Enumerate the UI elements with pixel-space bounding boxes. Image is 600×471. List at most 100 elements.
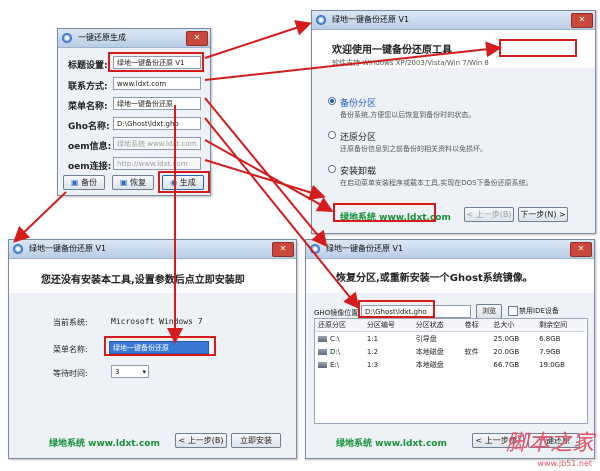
highlight-gho-path: [358, 300, 435, 318]
gho-name-field[interactable]: D:\Ghost\ldxt.gho: [113, 117, 201, 130]
backup-radio[interactable]: [328, 97, 336, 105]
cell-free: 6.8GB: [539, 334, 561, 343]
welcome-titlebar: 绿地一键备份还原 V1 ✕: [312, 11, 595, 30]
backup-option-desc: 备份系统,方便您以后恢复到备份时的状态。: [340, 111, 476, 119]
backup-button[interactable]: ▣ 备份: [63, 175, 105, 190]
cell-total: 66.7GB: [493, 360, 520, 369]
disk-icon: [318, 348, 327, 355]
close-button[interactable]: ✕: [571, 13, 593, 28]
system-label: 当前系统:: [53, 318, 88, 327]
table-header-row: 还原分区 分区编号 分区状态 卷标 总大小 剩余空间: [315, 319, 585, 332]
close-button[interactable]: ✕: [570, 242, 592, 257]
contact-field[interactable]: www.ldxt.com: [113, 77, 201, 90]
cell-number: 1:3: [366, 360, 379, 369]
cell-drive-text: D:\: [330, 347, 341, 356]
browse-button[interactable]: 浏览: [476, 304, 502, 319]
restore-brand: 绿地系统 www.ldxt.com: [336, 439, 447, 449]
install-menu-label: 菜单名称:: [53, 345, 88, 354]
generator-title: 一键还原生成: [78, 33, 126, 42]
system-value: Microsoft Windows 7: [111, 317, 203, 326]
col-free-space: 剩余空间: [536, 319, 585, 332]
ide-checkbox-label: 禁用IDE设备: [519, 307, 559, 315]
restore-icon: ▣: [119, 178, 128, 187]
cell-volume: [462, 358, 491, 371]
backup-label: 备份: [81, 178, 98, 187]
title-label: 标题设置:: [68, 61, 108, 71]
ide-checkbox[interactable]: [508, 306, 518, 316]
support-text: 软件支持 Windows XP/2003/Vista/Win 7/Win 8: [332, 59, 489, 67]
install-option-desc: 在启动菜单安装程序或载本工具,实现在DOS下备份还原系统。: [340, 179, 533, 187]
highlight-install-menu: [104, 336, 216, 356]
install-prev-button[interactable]: < 上一步(B): [175, 433, 227, 448]
cell-total: 20.0GB: [493, 347, 520, 356]
menu-name-field[interactable]: 绿地一键备份还原: [113, 97, 201, 110]
cell-total: 25.0GB: [493, 334, 520, 343]
highlight-welcome-contact: [499, 39, 577, 57]
restore-option-desc: 还原备份信息到之前备份的相关资料以免损坏。: [340, 145, 487, 153]
install-now-button[interactable]: 立即安装: [231, 433, 281, 448]
close-button[interactable]: ✕: [186, 31, 208, 46]
app-icon: [310, 244, 320, 254]
cell-volume: 软件: [464, 347, 479, 356]
contact-label: 联系方式:: [68, 82, 108, 92]
welcome-heading: 欢迎使用一键备份还原工具: [332, 45, 452, 56]
arrow-backup-to-install: [13, 191, 67, 243]
cell-drive-text: E:\: [330, 360, 340, 369]
highlight-welcome-brand: [333, 203, 436, 222]
install-title: 绿地一键备份还原 V1: [29, 244, 107, 253]
cell-free: 7.9GB: [539, 347, 561, 356]
cell-free: 19.0GB: [539, 360, 565, 369]
menu-name-label: 菜单名称:: [68, 102, 108, 112]
oem-link-field[interactable]: http://www.ldxt.com: [113, 157, 201, 170]
welcome-title: 绿地一键备份还原 V1: [332, 15, 410, 24]
col-volume-label: 卷标: [461, 319, 491, 332]
generator-titlebar: 一键还原生成 ✕: [58, 29, 210, 48]
wait-value: 3: [115, 368, 120, 376]
oem-link-label: oem连接:: [68, 162, 112, 172]
close-button[interactable]: ✕: [272, 242, 294, 257]
next-button[interactable]: 下一步(N) >: [518, 207, 568, 222]
highlight-title-field: [108, 52, 204, 72]
app-icon: [62, 33, 72, 43]
col-total-size: 总大小: [490, 319, 537, 332]
restore-button[interactable]: ▣ 恢复: [112, 175, 154, 190]
cell-status: 引导盘: [415, 334, 437, 343]
cell-drive: D:\: [315, 345, 364, 358]
gho-name-label: Gho名称:: [68, 122, 110, 132]
cell-drive-text: C:\: [330, 334, 340, 343]
col-partition-number: 分区编号: [363, 319, 413, 332]
cell-status: 本地磁盘: [415, 360, 444, 369]
oem-info-label: oem信息:: [68, 142, 112, 152]
app-icon: [13, 244, 23, 254]
table-row[interactable]: D:\ 1:2 本地磁盘 软件 20.0GB 7.9GB: [315, 345, 585, 358]
disk-icon: [318, 335, 327, 342]
restore-titlebar: 绿地一键备份还原 V1 ✕: [306, 240, 594, 259]
cell-status: 本地磁盘: [415, 347, 444, 356]
install-brand: 绿地系统 www.ldxt.com: [49, 439, 160, 449]
restore-radio[interactable]: [328, 131, 336, 139]
table-row[interactable]: C:\ 1:1 引导盘 25.0GB 6.8GB: [315, 332, 585, 346]
gho-label: GHO镜像位置: [314, 309, 359, 317]
install-heading: 您还没有安装本工具,设置参数后点立即安装即: [41, 275, 245, 286]
disk-icon: [318, 361, 327, 368]
cell-drive: C:\: [315, 332, 364, 346]
cell-number: 1:2: [366, 347, 379, 356]
backup-icon: ▣: [70, 178, 79, 187]
oem-info-field[interactable]: 绿地系统 www.ldxt.com: [113, 137, 201, 150]
arrow-title-to-welcome: [204, 20, 312, 59]
table-row[interactable]: E:\ 1:3 本地磁盘 66.7GB 19.0GB: [315, 358, 585, 371]
chevron-down-icon: ▾: [142, 368, 146, 376]
wait-select[interactable]: 3 ▾: [111, 365, 149, 378]
prev-button[interactable]: < 上一步(B): [464, 207, 514, 222]
watermark-url: www.jb51.net: [537, 459, 592, 468]
highlight-generate: [158, 171, 210, 193]
restore-option-title: 还原分区: [340, 133, 377, 143]
cell-volume: [462, 332, 491, 346]
backup-option-title: 备份分区: [340, 99, 377, 109]
restore-heading: 恢复分区,或重新安装一个Ghost系统镜像。: [336, 273, 533, 284]
install-option-title: 安装卸载: [340, 167, 377, 177]
col-restore-partition: 还原分区: [315, 319, 364, 332]
restore-label: 恢复: [130, 178, 147, 187]
install-radio[interactable]: [328, 165, 336, 173]
watermark-title: 脚本之家: [505, 431, 594, 456]
